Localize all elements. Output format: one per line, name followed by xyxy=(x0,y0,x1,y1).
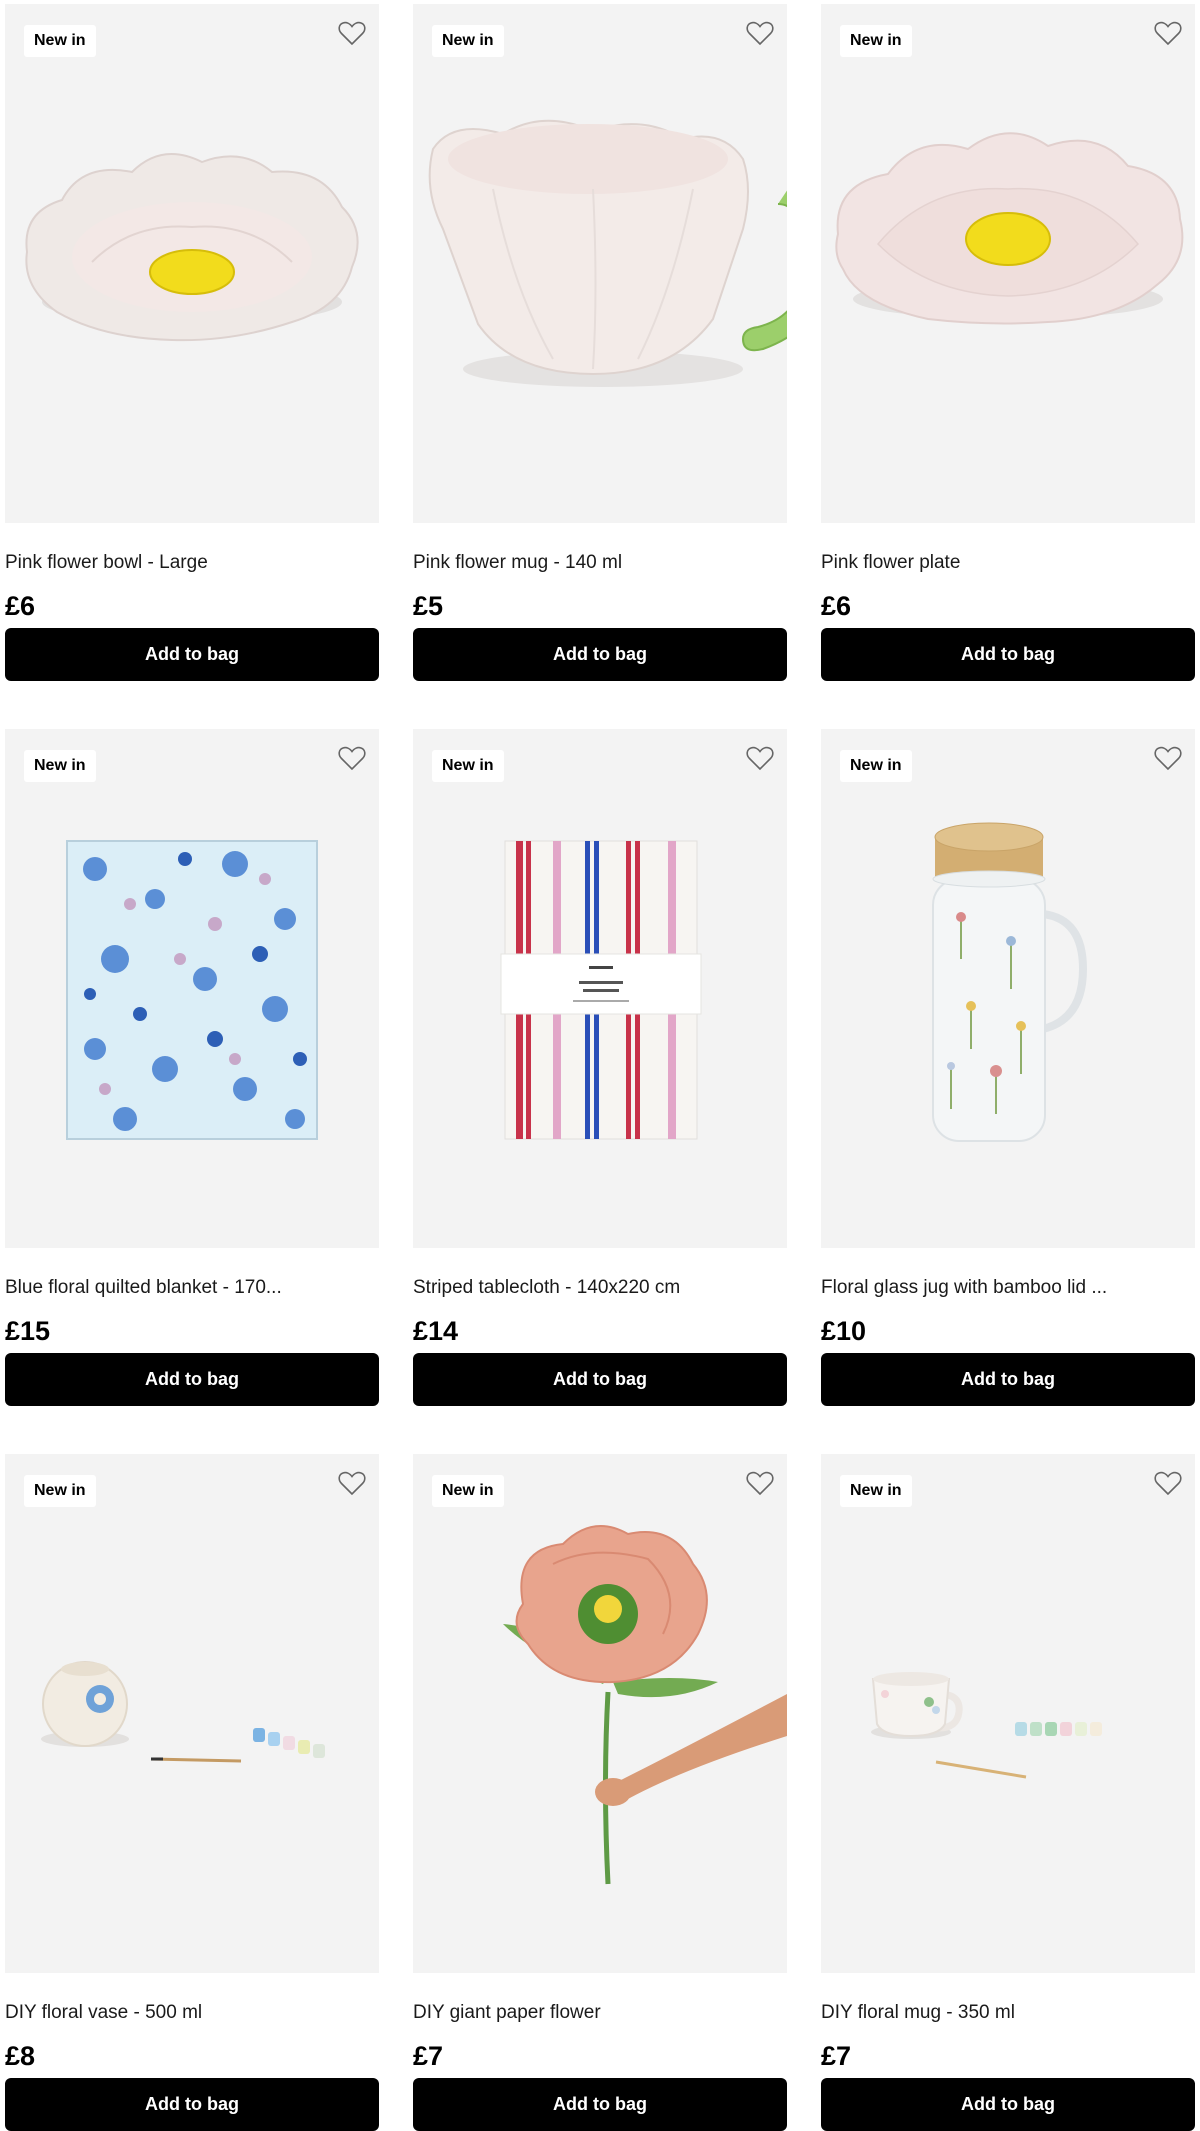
product-image-area[interactable]: New in xyxy=(5,1454,379,1973)
product-card[interactable]: New in Striped tablecloth - 140x220 cm £… xyxy=(413,729,787,1406)
add-to-bag-button[interactable]: Add to bag xyxy=(5,2078,379,2131)
striped-tablecloth-image[interactable] xyxy=(413,729,787,1248)
product-card[interactable]: New in Floral glass jug with bamboo lid … xyxy=(821,729,1195,1406)
product-price: £14 xyxy=(413,1316,459,1346)
product-image-area[interactable]: New in xyxy=(413,729,787,1248)
heart-icon[interactable] xyxy=(1153,1468,1183,1498)
product-price: £10 xyxy=(821,1316,867,1346)
product-name[interactable]: DIY floral mug - 350 ml xyxy=(821,2001,1195,2025)
product-image-area[interactable]: New in xyxy=(821,729,1195,1248)
diy-floral-mug-image[interactable] xyxy=(821,1454,1195,1973)
pink-flower-mug-image[interactable] xyxy=(413,4,787,523)
product-price: £6 xyxy=(5,591,36,621)
product-image-area[interactable]: New in xyxy=(821,1454,1195,1973)
heart-icon[interactable] xyxy=(1153,18,1183,48)
heart-icon[interactable] xyxy=(337,18,367,48)
diy-paper-flower-image[interactable] xyxy=(413,1454,787,1973)
add-to-bag-button[interactable]: Add to bag xyxy=(821,2078,1195,2131)
pink-flower-plate-image[interactable] xyxy=(821,4,1195,523)
product-name[interactable]: Floral glass jug with bamboo lid ... xyxy=(821,1276,1195,1300)
product-image-area[interactable]: New in xyxy=(413,1454,787,1973)
add-to-bag-button[interactable]: Add to bag xyxy=(413,628,787,681)
product-card[interactable]: New in DIY giant paper flower £7 Add to … xyxy=(413,1454,787,2131)
new-in-badge: New in xyxy=(24,25,96,57)
add-to-bag-button[interactable]: Add to bag xyxy=(5,628,379,681)
new-in-badge: New in xyxy=(24,1475,96,1507)
product-image-area[interactable]: New in xyxy=(5,4,379,523)
add-to-bag-button[interactable]: Add to bag xyxy=(413,2078,787,2131)
product-price: £8 xyxy=(5,2041,36,2071)
product-image-area[interactable]: New in xyxy=(821,4,1195,523)
product-name[interactable]: Striped tablecloth - 140x220 cm xyxy=(413,1276,787,1300)
product-grid: New in Pink flower bowl - Large £6 Add t… xyxy=(0,0,1200,2131)
diy-floral-vase-image[interactable] xyxy=(5,1454,379,1973)
product-card[interactable]: New in Pink flower bowl - Large £6 Add t… xyxy=(5,4,379,681)
blue-floral-blanket-image[interactable] xyxy=(5,729,379,1248)
product-name[interactable]: Blue floral quilted blanket - 170... xyxy=(5,1276,379,1300)
add-to-bag-button[interactable]: Add to bag xyxy=(821,628,1195,681)
product-name[interactable]: Pink flower bowl - Large xyxy=(5,551,379,575)
heart-icon[interactable] xyxy=(745,743,775,773)
new-in-badge: New in xyxy=(24,750,96,782)
product-name[interactable]: Pink flower plate xyxy=(821,551,1195,575)
floral-glass-jug-image[interactable] xyxy=(821,729,1195,1248)
product-price: £6 xyxy=(821,591,852,621)
add-to-bag-button[interactable]: Add to bag xyxy=(413,1353,787,1406)
new-in-badge: New in xyxy=(432,25,504,57)
product-name[interactable]: DIY giant paper flower xyxy=(413,2001,787,2025)
new-in-badge: New in xyxy=(432,750,504,782)
new-in-badge: New in xyxy=(840,1475,912,1507)
product-card[interactable]: New in Pink flower mug - 140 ml £5 Add t… xyxy=(413,4,787,681)
product-price: £7 xyxy=(821,2041,852,2071)
new-in-badge: New in xyxy=(432,1475,504,1507)
product-card[interactable]: New in Pink flower plate £6 Add to bag xyxy=(821,4,1195,681)
new-in-badge: New in xyxy=(840,750,912,782)
product-card[interactable]: New in DIY floral mug - 350 ml £7 Add to… xyxy=(821,1454,1195,2131)
product-name[interactable]: Pink flower mug - 140 ml xyxy=(413,551,787,575)
heart-icon[interactable] xyxy=(1153,743,1183,773)
product-price: £5 xyxy=(413,591,444,621)
pink-flower-bowl-image[interactable] xyxy=(5,4,379,523)
add-to-bag-button[interactable]: Add to bag xyxy=(821,1353,1195,1406)
product-image-area[interactable]: New in xyxy=(413,4,787,523)
new-in-badge: New in xyxy=(840,25,912,57)
product-price: £7 xyxy=(413,2041,444,2071)
heart-icon[interactable] xyxy=(337,743,367,773)
product-name[interactable]: DIY floral vase - 500 ml xyxy=(5,2001,379,2025)
heart-icon[interactable] xyxy=(337,1468,367,1498)
add-to-bag-button[interactable]: Add to bag xyxy=(5,1353,379,1406)
heart-icon[interactable] xyxy=(745,1468,775,1498)
product-image-area[interactable]: New in xyxy=(5,729,379,1248)
heart-icon[interactable] xyxy=(745,18,775,48)
product-price: £15 xyxy=(5,1316,51,1346)
product-card[interactable]: New in Blue floral quilted blanket - 170… xyxy=(5,729,379,1406)
product-card[interactable]: New in DIY floral vase - 500 ml £8 Add t… xyxy=(5,1454,379,2131)
